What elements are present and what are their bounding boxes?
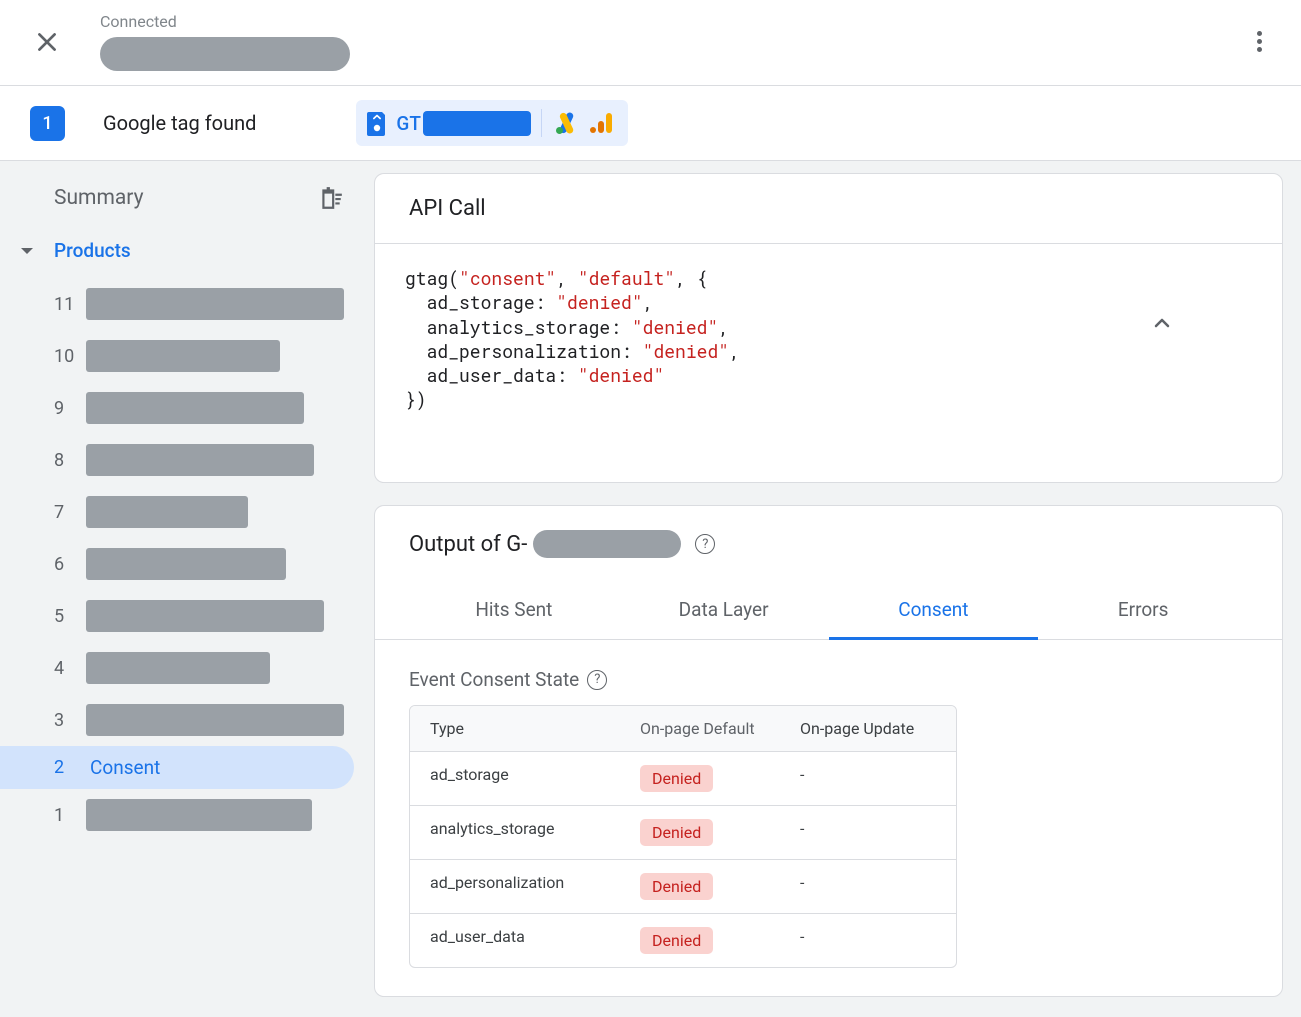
event-name-mask [86,704,344,736]
google-ads-icon [554,110,580,136]
event-number: 11 [54,294,80,315]
consent-status-badge: Denied [640,819,713,846]
event-number: 4 [54,658,80,679]
event-number: 10 [54,346,80,367]
consent-status-badge: Denied [640,873,713,900]
event-item[interactable]: 1 [0,789,374,841]
table-header: On-page Update [780,706,956,751]
sidebar: Summary Products 11 10 9 8 7 6 5 4 3 2 Consent 1 [0,161,374,1017]
consent-update-cell: - [780,860,956,913]
top-bar: Connected [0,0,1301,86]
api-call-header: API Call [375,174,1282,244]
consent-update-cell: - [780,752,956,805]
consent-update-cell: - [780,806,956,859]
event-item[interactable]: 5 [0,590,374,642]
tag-chip[interactable]: GT [356,100,628,146]
consent-default-cell: Denied [620,752,780,805]
connection-status-label: Connected [100,12,350,31]
event-name-mask [86,652,270,684]
event-list: 11 10 9 8 7 6 5 4 3 2 Consent 1 [0,278,374,841]
event-number: 2 [54,757,80,778]
consent-type-cell: ad_personalization [410,860,620,913]
tag-bar: 1 Google tag found GT [0,86,1301,161]
event-number: 6 [54,554,80,575]
consent-default-cell: Denied [620,860,780,913]
output-tabs: Hits SentData LayerConsentErrors [375,580,1282,640]
tab-data-layer[interactable]: Data Layer [619,580,829,639]
consent-status-badge: Denied [640,927,713,954]
event-name-mask [86,392,304,424]
consent-type-cell: analytics_storage [410,806,620,859]
consent-type-cell: ad_storage [410,752,620,805]
consent-update-cell: - [780,914,956,967]
event-number: 5 [54,606,80,627]
event-name-mask [86,496,248,528]
sidebar-summary-label[interactable]: Summary [54,186,318,210]
consent-state-table: TypeOn-page DefaultOn-page Updatead_stor… [409,705,957,968]
products-label: Products [54,239,131,262]
output-header: Output of G- ? [375,506,1282,558]
output-title-prefix: Output of G- [409,532,527,557]
event-item[interactable]: 4 [0,642,374,694]
google-analytics-icon [588,110,614,136]
consent-status-badge: Denied [640,765,713,792]
output-card: Output of G- ? Hits SentData LayerConsen… [374,505,1283,997]
table-row: ad_personalization Denied - [410,859,956,913]
more-options-icon[interactable] [1247,30,1271,54]
google-tag-icon [366,110,388,136]
consent-type-cell: ad_user_data [410,914,620,967]
event-name-mask [86,444,314,476]
clear-events-icon[interactable] [318,185,344,211]
event-consent-state-title: Event Consent State ? [375,640,1282,705]
tab-errors[interactable]: Errors [1038,580,1248,639]
event-number: 7 [54,502,80,523]
event-number: 1 [54,805,80,826]
event-number: 3 [54,710,80,731]
table-row: ad_user_data Denied - [410,913,956,967]
chevron-down-icon [18,242,36,260]
event-item[interactable]: 7 [0,486,374,538]
api-call-code: gtag("consent", "default", { ad_storage:… [375,244,1282,482]
event-number: 9 [54,398,80,419]
chip-divider [541,109,542,137]
tab-consent[interactable]: Consent [829,580,1039,639]
consent-default-cell: Denied [620,806,780,859]
event-item[interactable]: 2 Consent [0,746,354,789]
tag-count-badge: 1 [30,106,65,141]
event-item[interactable]: 6 [0,538,374,590]
main-panel: API Call gtag("consent", "default", { ad… [374,161,1301,1017]
event-name: Consent [90,756,160,779]
table-header: Type [410,706,620,751]
output-id-mask [533,530,681,558]
api-call-card: API Call gtag("consent", "default", { ad… [374,173,1283,483]
table-row: ad_storage Denied - [410,751,956,805]
products-section-header[interactable]: Products [0,239,374,262]
event-item[interactable]: 3 [0,694,374,746]
help-icon[interactable]: ? [695,534,715,554]
event-item[interactable]: 10 [0,330,374,382]
tag-id-prefix: GT [396,112,421,135]
close-icon[interactable] [34,29,60,55]
tag-id-mask [423,111,531,136]
help-icon[interactable]: ? [587,670,607,690]
domain-mask [100,37,350,71]
event-item[interactable]: 9 [0,382,374,434]
event-name-mask [86,600,324,632]
table-header: On-page Default [620,706,780,751]
event-name-mask [86,288,344,320]
consent-default-cell: Denied [620,914,780,967]
event-name-mask [86,548,286,580]
table-row: analytics_storage Denied - [410,805,956,859]
tab-hits-sent[interactable]: Hits Sent [409,580,619,639]
event-item[interactable]: 8 [0,434,374,486]
collapse-icon[interactable] [1150,262,1258,383]
event-name-mask [86,340,280,372]
tag-found-label: Google tag found [103,111,256,135]
event-name-mask [86,799,312,831]
event-item[interactable]: 11 [0,278,374,330]
event-number: 8 [54,450,80,471]
